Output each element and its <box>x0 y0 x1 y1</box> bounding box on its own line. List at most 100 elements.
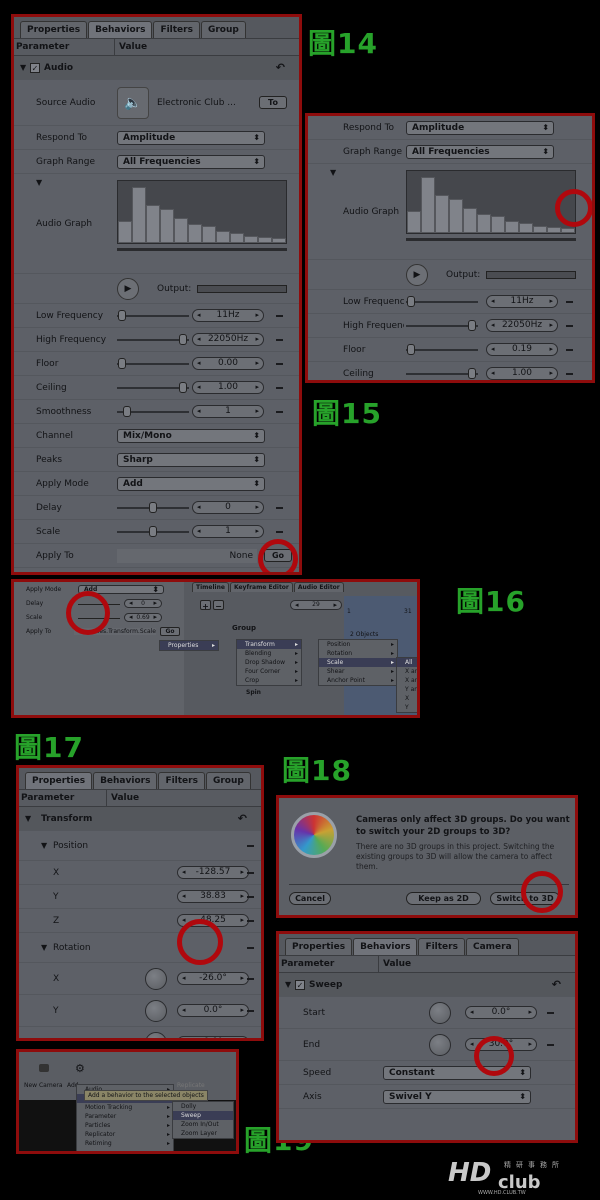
delay-value-stepper[interactable]: 0 <box>192 501 264 514</box>
high-frequency-slider-track[interactable] <box>117 334 189 345</box>
remove-layer-button[interactable]: − <box>213 600 224 611</box>
graph-range-handle[interactable] <box>406 238 576 241</box>
delay-slider-track[interactable] <box>117 502 189 513</box>
menu-item-parameter[interactable]: Parameter <box>77 1112 173 1121</box>
y-dial[interactable] <box>145 999 167 1022</box>
smoothness-slider-thumb[interactable] <box>123 406 132 417</box>
high-frequency-slider-track[interactable] <box>406 320 478 331</box>
tab-properties[interactable]: Properties <box>285 938 353 955</box>
ceiling-slider-track[interactable] <box>406 368 478 379</box>
add-layer-button[interactable]: + <box>200 600 211 611</box>
high-frequency-slider-thumb[interactable] <box>179 334 188 345</box>
minus-button[interactable] <box>247 845 254 847</box>
tab-behaviors[interactable]: Behaviors <box>88 21 153 38</box>
scale-value-stepper[interactable]: 0.69 <box>124 613 162 622</box>
delay-value-stepper[interactable]: 0 <box>124 599 162 608</box>
minus-button[interactable] <box>276 507 283 509</box>
minus-button[interactable] <box>566 349 573 351</box>
menu-item-x-and-z[interactable]: X and Z <box>397 676 417 685</box>
z-value-stepper[interactable]: 0.0° <box>177 1036 249 1038</box>
floor-value-stepper[interactable]: 0.00 <box>192 357 264 370</box>
minus-button[interactable] <box>547 1044 554 1046</box>
disclosure-triangle-icon[interactable]: ▼ <box>41 943 47 952</box>
respond-to-popup[interactable]: Amplitude <box>117 130 265 145</box>
smoothness-slider-track[interactable] <box>117 406 189 417</box>
menu-item-y[interactable]: Y <box>397 703 417 712</box>
menu-item-retiming[interactable]: Retiming <box>77 1139 173 1148</box>
tab-filters[interactable]: Filters <box>418 938 465 955</box>
menu-item-position[interactable]: Position <box>319 640 397 649</box>
new-camera-icon[interactable] <box>39 1064 49 1072</box>
end-dial[interactable] <box>429 1033 451 1056</box>
floor-slider-track[interactable] <box>117 358 189 369</box>
menu-item-replicator[interactable]: Replicator <box>77 1130 173 1139</box>
channel-popup[interactable]: Mix/Mono <box>117 428 265 443</box>
tab-camera[interactable]: Camera <box>465 938 519 955</box>
enable-checkbox[interactable]: ✓ <box>30 62 40 73</box>
scale-slider-thumb[interactable] <box>149 526 157 537</box>
keep-as-2d-button[interactable]: Keep as 2D <box>406 892 481 905</box>
menu-item-crop[interactable]: Crop <box>237 676 301 685</box>
peaks-popup[interactable]: Sharp <box>117 452 265 467</box>
floor-slider-thumb[interactable] <box>407 344 416 355</box>
floor-slider-track[interactable] <box>406 344 478 355</box>
menu-item-zoom-layer[interactable]: Zoom Layer <box>173 1129 233 1138</box>
y-value-stepper[interactable]: 38.83 <box>177 890 249 903</box>
menu-item-particles[interactable]: Particles <box>77 1121 173 1130</box>
minus-button[interactable] <box>276 315 283 317</box>
minus-button[interactable] <box>247 920 254 922</box>
tab-properties[interactable]: Properties <box>25 772 93 789</box>
menu-item-dolly[interactable]: Dolly <box>173 1102 233 1111</box>
minus-button[interactable] <box>247 896 254 898</box>
low-frequency-value-stepper[interactable]: 11Hz <box>486 295 558 308</box>
menu-item-four-corner[interactable]: Four Corner <box>237 667 301 676</box>
menu-item-drop-shadow[interactable]: Drop Shadow <box>237 658 301 667</box>
minus-button[interactable] <box>247 1010 254 1012</box>
smoothness-value-stepper[interactable]: 1 <box>192 405 264 418</box>
go-button[interactable]: Go <box>160 627 180 636</box>
menu-item-all[interactable]: All <box>397 658 417 667</box>
disclosure-triangle-icon[interactable]: ▼ <box>36 178 42 187</box>
enable-checkbox[interactable]: ✓ <box>295 979 305 990</box>
floor-slider-thumb[interactable] <box>118 358 127 369</box>
minus-button[interactable] <box>247 947 254 949</box>
delay-slider-thumb[interactable] <box>149 502 157 513</box>
minus-button[interactable] <box>276 531 283 533</box>
ceiling-value-stepper[interactable]: 1.00 <box>486 367 558 380</box>
x-value-stepper[interactable]: -128.57 <box>177 866 249 879</box>
z-dial[interactable] <box>145 1031 167 1038</box>
layer-group[interactable]: Group <box>232 624 256 632</box>
apply-to-field[interactable]: None <box>117 548 257 563</box>
menu-item-sweep[interactable]: Sweep <box>173 1111 233 1120</box>
frame-stepper[interactable]: 29 <box>290 600 342 610</box>
menu-item-motion-tracking[interactable]: Motion Tracking <box>77 1103 173 1112</box>
low-frequency-value-stepper[interactable]: 11Hz <box>192 309 264 322</box>
minus-button[interactable] <box>276 363 283 365</box>
tab-group[interactable]: Group <box>205 772 251 789</box>
graph-range-handle[interactable] <box>117 248 287 251</box>
ceiling-slider-thumb[interactable] <box>179 382 188 393</box>
high-frequency-value-stepper[interactable]: 22050Hz <box>192 333 264 346</box>
scale-slider-track[interactable] <box>117 526 189 537</box>
respond-to-popup[interactable]: Amplitude <box>406 120 554 135</box>
tab-behaviors[interactable]: Behaviors <box>93 772 158 789</box>
reset-icon[interactable]: ↶ <box>552 978 561 991</box>
new-camera-label[interactable]: New Camera <box>24 1082 63 1089</box>
play-button[interactable]: ▶ <box>406 263 428 286</box>
axis-popup[interactable]: Swivel Y <box>383 1089 531 1104</box>
floor-value-stepper[interactable]: 0.19 <box>486 343 558 356</box>
minus-button[interactable] <box>566 301 573 303</box>
start-dial[interactable] <box>429 1001 451 1024</box>
graph-range-popup[interactable]: All Frequencies <box>406 144 554 159</box>
menu-item-y-and-z[interactable]: Y and Z <box>397 685 417 694</box>
menu-item-blending[interactable]: Blending <box>237 649 301 658</box>
ceiling-slider-track[interactable] <box>117 382 189 393</box>
minus-button[interactable] <box>566 325 573 327</box>
y-value-stepper[interactable]: 0.0° <box>177 1004 249 1017</box>
low-frequency-slider-track[interactable] <box>406 296 478 307</box>
apply-mode-popup[interactable]: Add <box>117 476 265 491</box>
start-value-stepper[interactable]: 0.0° <box>465 1006 537 1019</box>
to-button[interactable]: To <box>259 96 287 109</box>
add-behavior-gear-icon[interactable]: ⚙ <box>75 1062 85 1075</box>
low-frequency-slider-track[interactable] <box>117 310 189 321</box>
